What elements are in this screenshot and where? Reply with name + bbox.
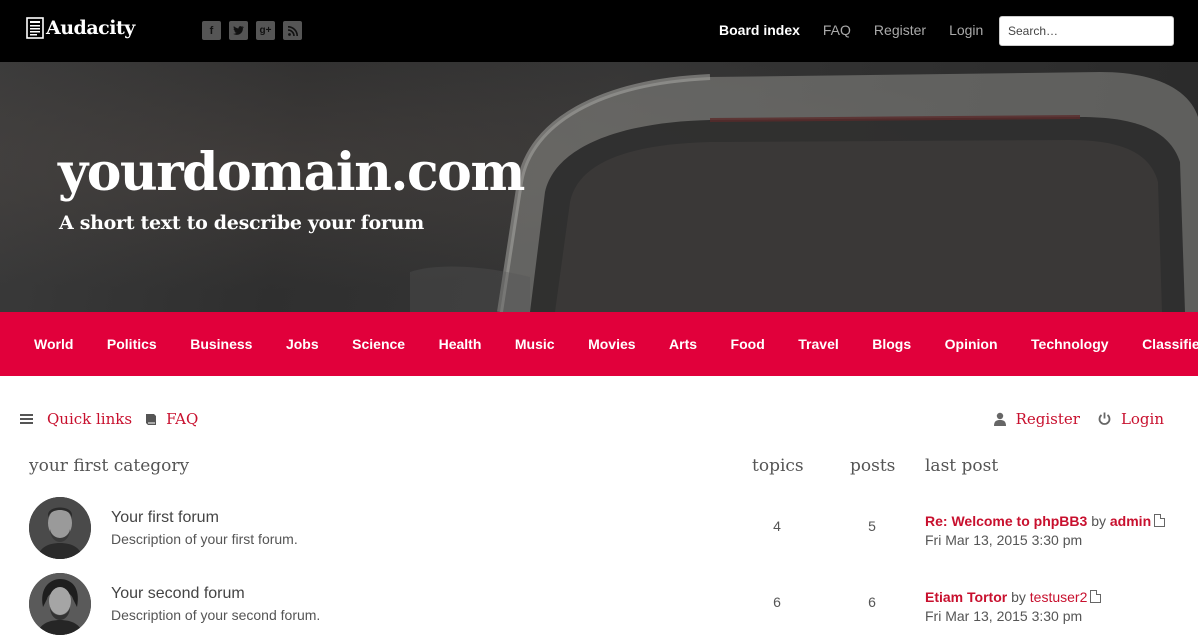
- forum-description: Description of your second forum.: [111, 607, 321, 623]
- forum-avatar[interactable]: [29, 497, 91, 559]
- top-bar: Audacity f g+ Board index FAQ Register L…: [0, 0, 1198, 62]
- book-icon: [146, 413, 157, 425]
- search-input[interactable]: [999, 16, 1174, 46]
- category-travel[interactable]: Travel: [798, 336, 838, 352]
- site-logo[interactable]: Audacity: [26, 17, 135, 39]
- hamburger-icon[interactable]: [20, 412, 33, 426]
- category-politics[interactable]: Politics: [107, 336, 157, 352]
- nav-faq[interactable]: FAQ: [823, 22, 851, 38]
- forum-avatar[interactable]: [29, 573, 91, 635]
- category-health[interactable]: Health: [439, 336, 482, 352]
- register-link[interactable]: Register: [1016, 410, 1080, 428]
- quick-links-bar: Quick links FAQ: [20, 410, 198, 428]
- forum-topics-count: 6: [773, 594, 781, 610]
- site-description: A short text to describe your forum: [59, 212, 424, 234]
- forum-posts-count: 5: [868, 518, 876, 534]
- twitter-icon[interactable]: [229, 21, 248, 40]
- category-opinion[interactable]: Opinion: [945, 336, 998, 352]
- rss-icon[interactable]: [283, 21, 302, 40]
- forum-title-link[interactable]: Your second forum: [111, 585, 245, 603]
- column-topics: topics: [752, 456, 804, 476]
- forum-row: Your first forum Description of your fir…: [0, 497, 1198, 567]
- category-arts[interactable]: Arts: [669, 336, 697, 352]
- forum-row: Your second forum Description of your se…: [0, 573, 1198, 643]
- power-icon: [1098, 412, 1111, 425]
- quick-faq-link[interactable]: FAQ: [166, 410, 198, 428]
- category-world[interactable]: World: [34, 336, 73, 352]
- category-classifieds[interactable]: Classifieds: [1142, 336, 1198, 352]
- nav-board-index[interactable]: Board index: [719, 22, 800, 38]
- last-post: Re: Welcome to phpBB3 by admin: [925, 513, 1166, 529]
- facebook-icon[interactable]: f: [202, 21, 221, 40]
- category-technology[interactable]: Technology: [1031, 336, 1109, 352]
- social-links: f g+: [202, 21, 302, 40]
- forum-description: Description of your first forum.: [111, 531, 298, 547]
- view-post-icon[interactable]: [1154, 514, 1166, 527]
- forum-posts-count: 6: [868, 594, 876, 610]
- top-nav: Board index FAQ Register Login: [719, 22, 1006, 38]
- category-title[interactable]: your first category: [29, 456, 189, 476]
- newspaper-icon: [26, 17, 44, 39]
- column-posts: posts: [850, 456, 896, 476]
- last-post-link[interactable]: Etiam Tortor: [925, 589, 1007, 605]
- category-business[interactable]: Business: [190, 336, 252, 352]
- last-post-by-label: by: [1091, 513, 1106, 529]
- last-post-author[interactable]: admin: [1110, 513, 1151, 529]
- category-jobs[interactable]: Jobs: [286, 336, 319, 352]
- google-plus-icon[interactable]: g+: [256, 21, 275, 40]
- category-blogs[interactable]: Blogs: [872, 336, 911, 352]
- category-nav: World Politics Business Jobs Science Hea…: [0, 312, 1198, 376]
- forum-title-link[interactable]: Your first forum: [111, 509, 219, 527]
- last-post-date: Fri Mar 13, 2015 3:30 pm: [925, 608, 1083, 624]
- quick-links-link[interactable]: Quick links: [47, 410, 132, 428]
- nav-login[interactable]: Login: [949, 22, 983, 38]
- last-post-author[interactable]: testuser2: [1030, 589, 1088, 605]
- last-post-by-label: by: [1011, 589, 1026, 605]
- hero-banner: yourdomain.com A short text to describe …: [0, 62, 1198, 312]
- site-name: Audacity: [46, 17, 135, 39]
- last-post-link[interactable]: Re: Welcome to phpBB3: [925, 513, 1087, 529]
- category-food[interactable]: Food: [731, 336, 765, 352]
- login-link[interactable]: Login: [1121, 410, 1164, 428]
- user-links: Register Login: [993, 410, 1164, 428]
- category-movies[interactable]: Movies: [588, 336, 635, 352]
- last-post: Etiam Tortor by testuser2: [925, 589, 1102, 605]
- column-last-post: last post: [925, 456, 999, 476]
- site-title: yourdomain.com: [58, 142, 525, 203]
- view-post-icon[interactable]: [1090, 590, 1102, 603]
- category-science[interactable]: Science: [352, 336, 405, 352]
- nav-register[interactable]: Register: [874, 22, 926, 38]
- last-post-date: Fri Mar 13, 2015 3:30 pm: [925, 532, 1083, 548]
- user-icon: [993, 412, 1006, 426]
- category-music[interactable]: Music: [515, 336, 555, 352]
- forum-topics-count: 4: [773, 518, 781, 534]
